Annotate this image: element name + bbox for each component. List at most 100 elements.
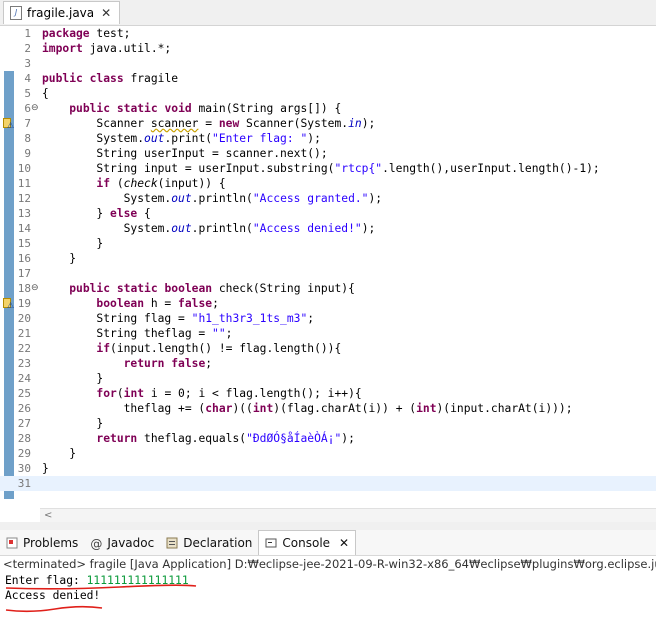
code-line[interactable]: 18 ⊖ public static boolean check(String i… <box>0 281 656 296</box>
code-line[interactable]: 15 } <box>0 236 656 251</box>
tab-label: Javadoc <box>107 535 155 550</box>
fold-toggle-icon[interactable]: ⊖ <box>31 101 40 116</box>
close-icon[interactable]: ✕ <box>101 6 111 20</box>
line-number: 22 <box>17 342 31 355</box>
line-number: 19 <box>17 297 31 310</box>
problems-icon <box>6 537 18 549</box>
code-line[interactable]: 2 import java.util.*; <box>0 41 656 56</box>
tab-declaration[interactable]: Declaration <box>160 530 258 555</box>
line-number: 8 <box>24 132 31 145</box>
console-line-prompt: Enter flag: 111111111111111 <box>5 573 189 588</box>
code-line[interactable]: 8 System.out.print("Enter flag: "); <box>0 131 656 146</box>
line-number: 24 <box>17 372 31 385</box>
code-text: public static boolean check(String input… <box>69 282 355 295</box>
code-line[interactable]: 13 } else { <box>0 206 656 221</box>
code-text: System.out.println("Access denied!"); <box>42 222 376 235</box>
code-line[interactable]: 3 <box>0 56 656 71</box>
line-number: 31 <box>17 477 31 490</box>
console-status: <terminated> fragile [Java Application] … <box>3 557 656 571</box>
code-line[interactable]: 16 } <box>0 251 656 266</box>
code-line[interactable]: 31 <box>0 476 656 491</box>
line-number: 11 <box>17 177 31 190</box>
line-number: 29 <box>17 447 31 460</box>
code-text: String userInput = scanner.next(); <box>42 147 328 160</box>
code-line[interactable]: 5{ <box>0 86 656 101</box>
code-line[interactable]: 14 System.out.println("Access denied!"); <box>0 221 656 236</box>
code-text: String flag = "h1_th3r3_1ts_m3"; <box>42 312 315 325</box>
code-line[interactable]: 19 ⚠ boolean h = false; <box>0 296 656 311</box>
console-result: Access denied! <box>5 589 101 602</box>
code-text: public static void main(String args[]) { <box>69 102 342 115</box>
line-number: 15 <box>17 237 31 250</box>
line-number: 21 <box>17 327 31 340</box>
code-line[interactable]: 27 } <box>0 416 656 431</box>
code-line[interactable]: 12 System.out.println("Access granted.")… <box>0 191 656 206</box>
warning-marker-icon[interactable]: ⚠ <box>3 298 15 310</box>
line-number: 25 <box>17 387 31 400</box>
editor-tab-title: fragile.java <box>27 6 95 20</box>
console-prompt: Enter flag: <box>5 574 87 587</box>
line-number: 17 <box>17 267 31 280</box>
line-number: 3 <box>24 57 31 70</box>
code-text: for(int i = 0; i < flag.length(); i++){ <box>96 387 362 400</box>
view-tabs: Problems @ Javadoc Declaration Console ✕ <box>0 530 656 556</box>
line-number: 27 <box>17 417 31 430</box>
line-number: 1 <box>24 27 31 40</box>
line-number: 18 <box>17 282 31 295</box>
code-line[interactable]: 7 ⚠ Scanner scanner = new Scanner(System.… <box>0 116 656 131</box>
line-number: 4 <box>24 72 31 85</box>
line-number: 5 <box>24 87 31 100</box>
code-line[interactable]: 22 if(input.length() != flag.length()){ <box>0 341 656 356</box>
tab-label: Problems <box>23 535 79 550</box>
code-line[interactable]: 29 } <box>0 446 656 461</box>
tab-problems[interactable]: Problems <box>0 530 84 555</box>
line-number: 30 <box>17 462 31 475</box>
code-line[interactable]: 28 return theflag.equals("ÐdØÓ§åÍaèÒÁ¡")… <box>0 431 656 446</box>
line-number: 9 <box>24 147 31 160</box>
line-number: 28 <box>17 432 31 445</box>
code-line[interactable]: 1 package test; <box>0 26 656 41</box>
code-line[interactable]: 24 } <box>0 371 656 386</box>
line-number: 23 <box>17 357 31 370</box>
code-editor[interactable]: 1 package test; 2 import java.util.*; 3 4 publ… <box>0 26 656 508</box>
code-line[interactable]: 26 theflag += (char)((int)(flag.charAt(i… <box>0 401 656 416</box>
line-number: 13 <box>17 207 31 220</box>
code-text: System.out.print("Enter flag: "); <box>42 132 321 145</box>
code-line[interactable]: 21 String theflag = ""; <box>0 326 656 341</box>
declaration-icon <box>166 537 178 549</box>
fold-toggle-icon[interactable]: ⊖ <box>31 281 40 296</box>
code-text: { <box>42 87 49 100</box>
code-text: } <box>42 462 49 475</box>
code-line[interactable]: 20 String flag = "h1_th3r3_1ts_m3"; <box>0 311 656 326</box>
code-text: public class fragile <box>42 72 179 85</box>
code-line[interactable]: 9 String userInput = scanner.next(); <box>0 146 656 161</box>
tab-javadoc[interactable]: @ Javadoc <box>84 530 160 555</box>
scroll-left-icon[interactable]: < <box>44 509 52 523</box>
code-line[interactable]: 25 for(int i = 0; i < flag.length(); i++… <box>0 386 656 401</box>
code-line[interactable]: 11 if (check(input)) { <box>0 176 656 191</box>
code-text: System.out.println("Access granted."); <box>42 192 383 205</box>
code-text: } <box>42 447 77 460</box>
line-number: 26 <box>17 402 31 415</box>
horizontal-scrollbar[interactable]: < <box>40 508 656 523</box>
code-text: import java.util.*; <box>42 42 172 55</box>
code-line[interactable]: 4 public class fragile <box>0 71 656 86</box>
javadoc-icon: @ <box>90 536 103 551</box>
code-line[interactable]: 23 return false; <box>0 356 656 371</box>
editor-tab-fragile-java[interactable]: J fragile.java ✕ <box>3 1 121 24</box>
code-text: package test; <box>42 27 131 40</box>
code-text: theflag += (char)((int)(flag.charAt(i)) … <box>42 402 573 415</box>
close-icon[interactable]: ✕ <box>339 536 349 550</box>
line-number: 12 <box>17 192 31 205</box>
warning-marker-icon[interactable]: ⚠ <box>3 118 15 130</box>
code-line[interactable]: 6 ⊖ public static void main(String args[]… <box>0 101 656 116</box>
console-icon <box>265 537 277 549</box>
code-text: if(input.length() != flag.length()){ <box>96 342 342 355</box>
code-line[interactable]: 10 String input = userInput.substring("r… <box>0 161 656 176</box>
line-number: 10 <box>17 162 31 175</box>
tab-console[interactable]: Console ✕ <box>258 530 357 555</box>
code-text: } <box>42 372 104 385</box>
code-line[interactable]: 17 <box>0 266 656 281</box>
code-line[interactable]: 30} <box>0 461 656 476</box>
code-text: boolean h = false; <box>96 297 219 310</box>
